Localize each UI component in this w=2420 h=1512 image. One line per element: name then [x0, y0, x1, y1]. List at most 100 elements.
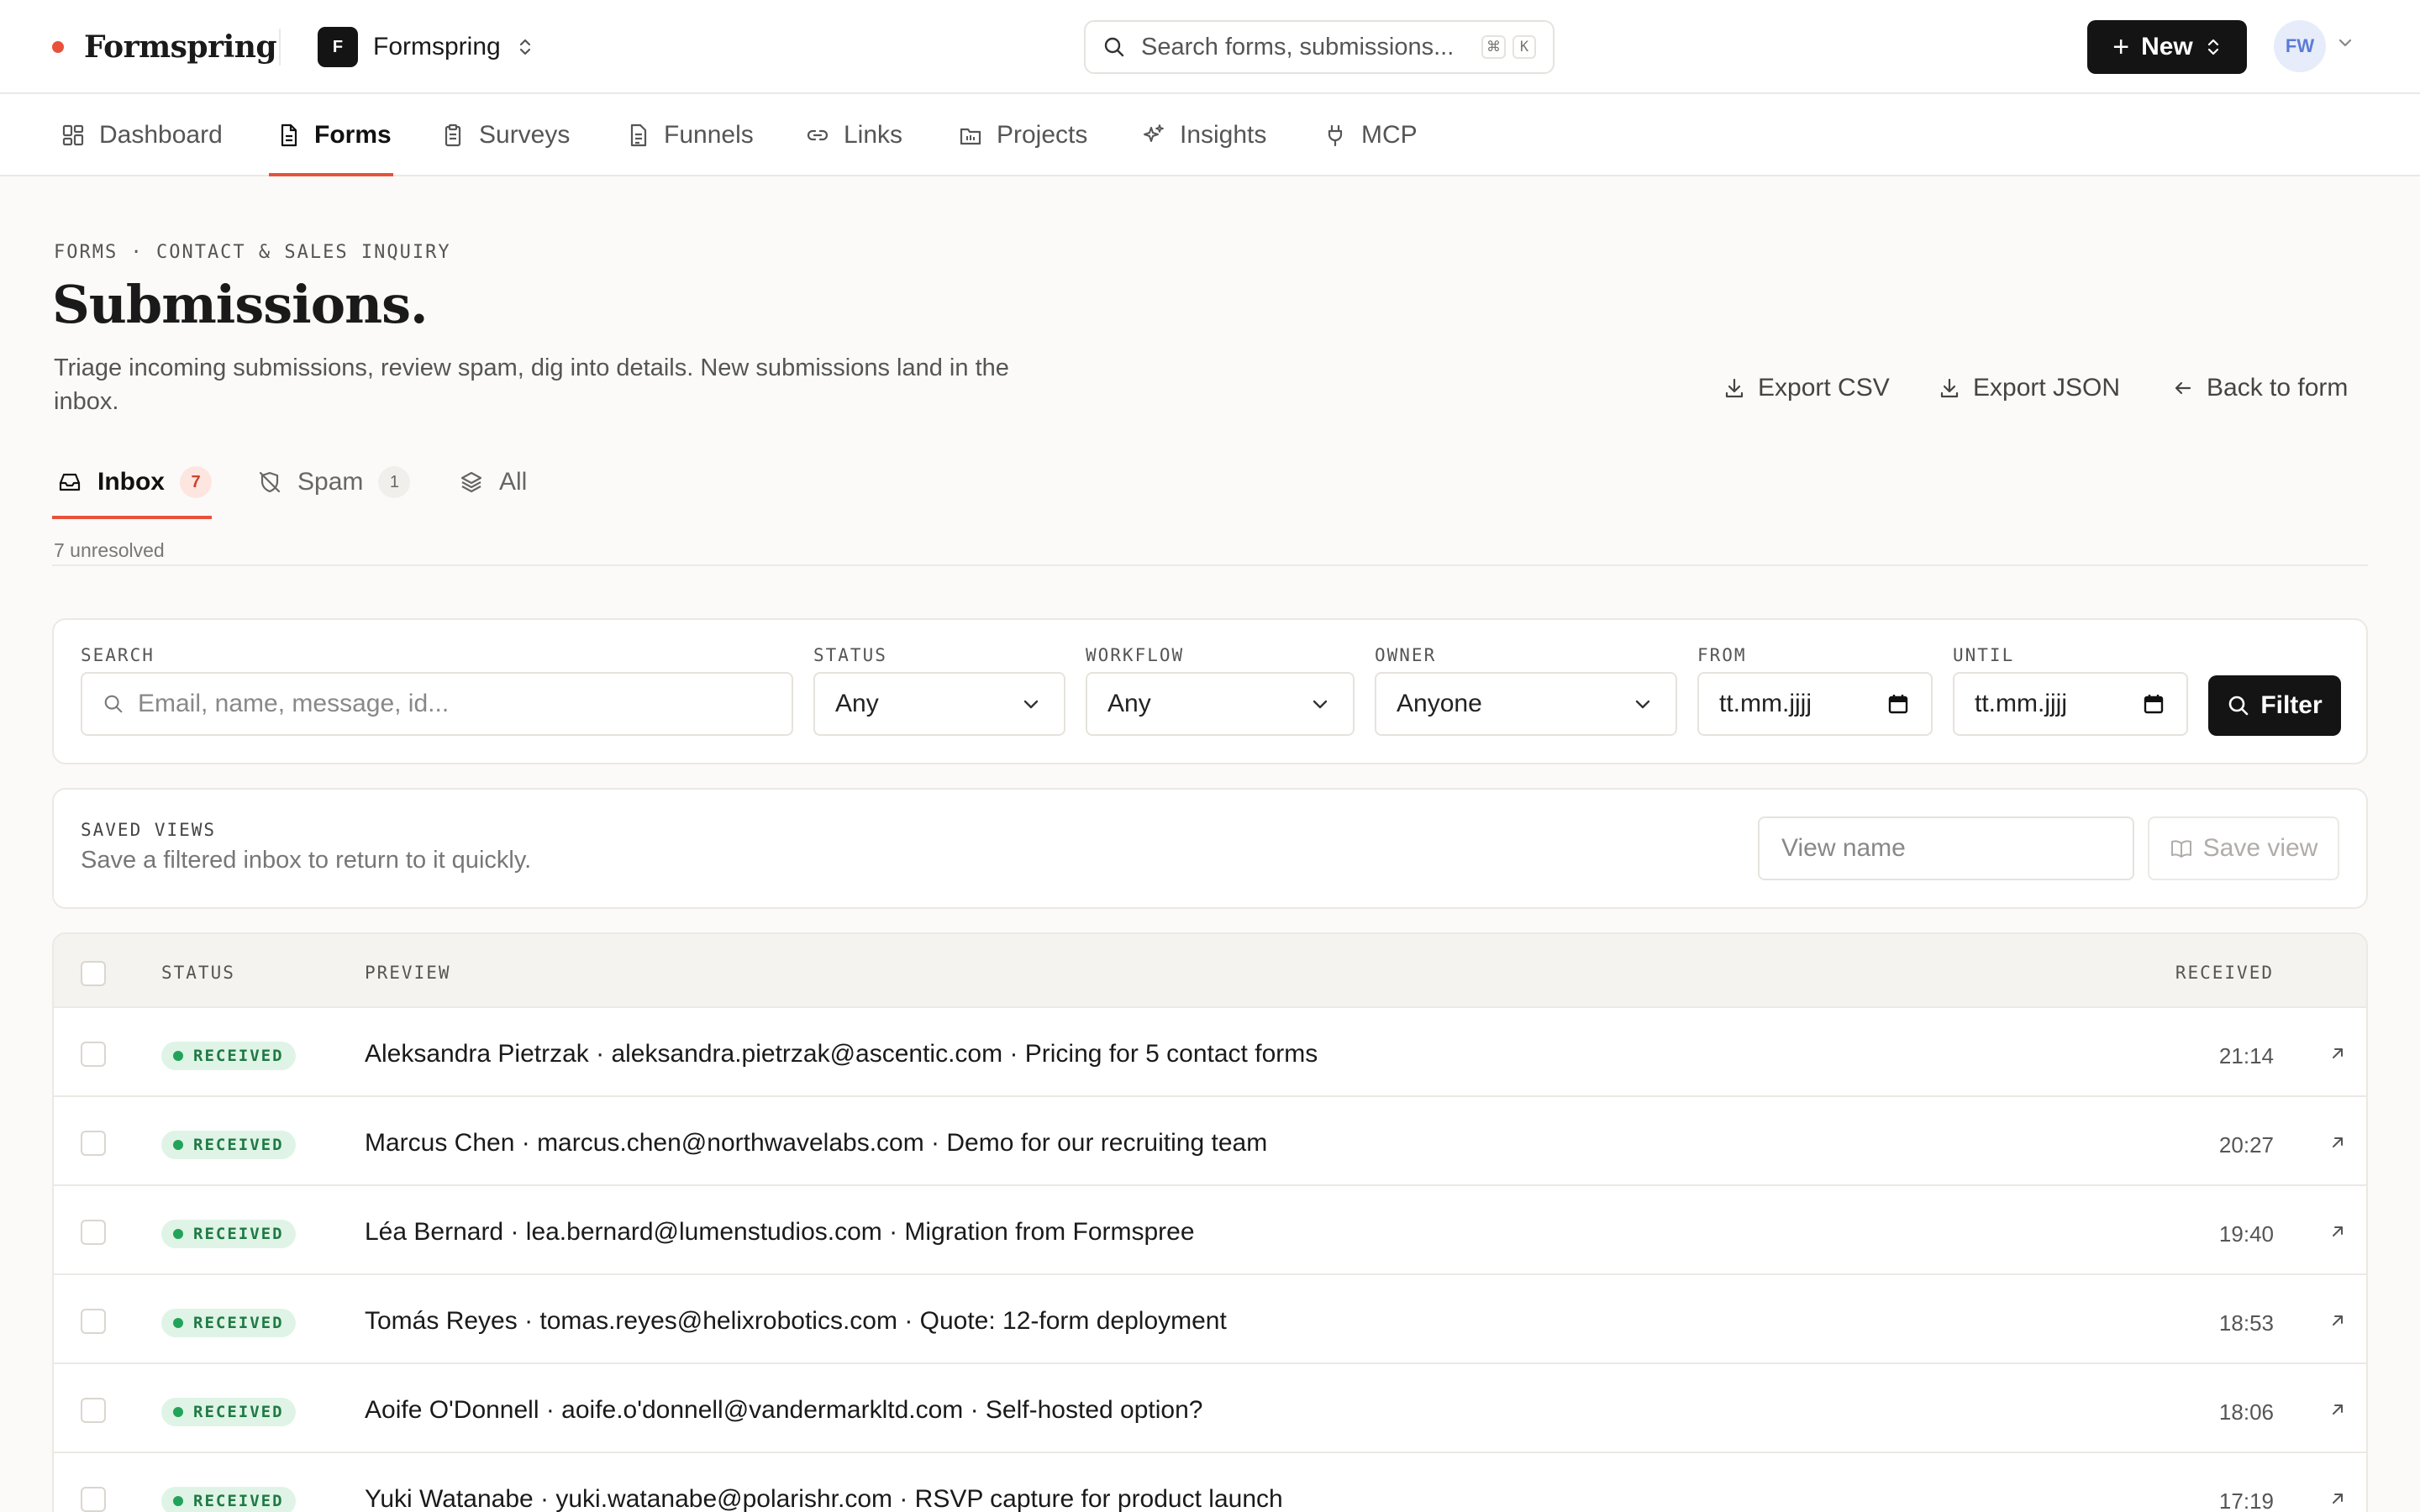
arrow-up-right-icon[interactable] [2326, 1042, 2349, 1065]
sparkles-icon [1144, 124, 1164, 142]
row-checkbox[interactable] [81, 1398, 106, 1423]
table-header: STATUS PREVIEW RECEIVED [54, 934, 2366, 1008]
chevron-up-down-icon [2207, 39, 2218, 55]
tab-inbox[interactable]: Inbox 7 [57, 460, 212, 504]
select-all-checkbox[interactable] [81, 961, 106, 986]
row-preview[interactable]: Tomás Reyes · tomas.reyes@helixrobotics.… [365, 1307, 1227, 1336]
until-date-value: tt.mm.jjjj [1975, 690, 2067, 717]
inbox-icon [59, 473, 81, 491]
saved-views-label: SAVED VIEWS [81, 820, 217, 840]
arrow-up-right-icon[interactable] [2326, 1309, 2349, 1332]
arrow-up-right-icon[interactable] [2326, 1487, 2349, 1510]
nav-item-label: MCP [1361, 121, 1418, 149]
back-to-form-button[interactable]: Back to form [2171, 368, 2348, 408]
nav-item-label: Funnels [664, 121, 754, 149]
brand[interactable]: Formspring [52, 25, 277, 69]
nav-item-insights[interactable]: Insights [1141, 94, 1266, 176]
workspace-name: Formspring [373, 33, 501, 60]
table-row[interactable]: RECEIVED Léa Bernard · lea.bernard@lumen… [54, 1186, 2366, 1275]
avatar[interactable]: FW [2274, 20, 2326, 72]
nav-item-projects[interactable]: Projects [958, 94, 1087, 176]
row-checkbox[interactable] [81, 1042, 106, 1067]
status-badge: RECEIVED [161, 1131, 296, 1159]
status-badge-label: RECEIVED [193, 1136, 284, 1154]
status-dot-icon [173, 1496, 183, 1506]
filter-button[interactable]: Filter [2208, 675, 2341, 736]
export-csv-button[interactable]: Export CSV [1723, 368, 1890, 408]
nav-item-label: Projects [997, 121, 1088, 149]
active-tab-indicator [52, 516, 212, 519]
submission-search-input[interactable]: Email, name, message, id... [81, 672, 793, 736]
tab-all[interactable]: All [459, 460, 527, 504]
arrow-up-right-icon[interactable] [2326, 1398, 2349, 1421]
layers-icon [460, 471, 482, 493]
table-row[interactable]: RECEIVED Aoife O'Donnell · aoife.o'donne… [54, 1364, 2366, 1453]
arrow-up-right-icon[interactable] [2326, 1131, 2349, 1154]
view-name-placeholder: View name [1781, 834, 1906, 862]
export-json-button[interactable]: Export JSON [1938, 368, 2120, 408]
tab-inbox-label: Inbox [97, 468, 165, 496]
row-preview[interactable]: Yuki Watanabe · yuki.watanabe@polarishr.… [365, 1485, 1283, 1512]
submissions-table: STATUS PREVIEW RECEIVED RECEIVED Aleksan… [52, 932, 2368, 1512]
row-checkbox[interactable] [81, 1309, 106, 1334]
row-received-time: 20:27 [2218, 1132, 2274, 1158]
column-header-preview[interactable]: PREVIEW [365, 963, 451, 983]
page-subtitle: Triage incoming submissions, review spam… [54, 354, 1009, 415]
brand-name: Formspring [84, 29, 277, 65]
global-search-placeholder: Search forms, submissions... [1141, 33, 1455, 60]
status-select[interactable]: Any [813, 672, 1065, 736]
plus-icon: + [2112, 30, 2130, 63]
nav-item-surveys[interactable]: Surveys [440, 94, 570, 176]
workflow-select[interactable]: Any [1086, 672, 1355, 736]
chevron-down-icon[interactable] [2334, 32, 2356, 54]
nav-item-funnels[interactable]: Funnels [625, 94, 754, 176]
column-header-received[interactable]: RECEIVED [2175, 963, 2274, 983]
status-badge: RECEIVED [161, 1309, 296, 1337]
row-preview[interactable]: Léa Bernard · lea.bernard@lumenstudios.c… [365, 1218, 1195, 1247]
nav-item-mcp[interactable]: MCP [1323, 94, 1418, 176]
chevron-down-icon [1635, 700, 1650, 709]
row-preview[interactable]: Aleksandra Pietrzak · aleksandra.pietrza… [365, 1040, 1318, 1068]
until-date-input[interactable]: tt.mm.jjjj [1953, 672, 2188, 736]
nav-item-dashboard[interactable]: Dashboard [60, 94, 223, 176]
document-lines-icon [630, 123, 647, 147]
nav-item-links[interactable]: Links [805, 94, 902, 176]
workflow-field-label: WORKFLOW [1086, 645, 1185, 665]
table-row[interactable]: RECEIVED Yuki Watanabe · yuki.watanabe@p… [54, 1453, 2366, 1512]
owner-select[interactable]: Anyone [1375, 672, 1677, 736]
status-badge-label: RECEIVED [193, 1403, 284, 1421]
nav-item-label: Forms [314, 121, 392, 149]
row-checkbox[interactable] [81, 1131, 106, 1156]
download-icon [1725, 378, 1744, 398]
export-csv-label: Export CSV [1758, 374, 1890, 402]
saved-views-description: Save a filtered inbox to return to it qu… [81, 847, 532, 874]
row-preview[interactable]: Aoife O'Donnell · aoife.o'donnell@vander… [365, 1396, 1202, 1425]
row-checkbox[interactable] [81, 1487, 106, 1512]
calendar-icon [1888, 695, 1908, 714]
workspace-switcher[interactable]: F Formspring [318, 25, 534, 69]
arrow-up-right-icon[interactable] [2326, 1220, 2349, 1243]
status-dot-icon [173, 1407, 183, 1417]
column-header-status[interactable]: STATUS [161, 963, 235, 983]
nav-item-forms[interactable]: Forms [276, 94, 392, 176]
nav-item-label: Dashboard [99, 121, 223, 149]
view-name-input[interactable]: View name [1758, 816, 2134, 880]
tab-spam[interactable]: Spam 1 [257, 460, 411, 504]
download-icon [1940, 378, 1959, 398]
table-row[interactable]: RECEIVED Marcus Chen · marcus.chen@north… [54, 1097, 2366, 1186]
from-date-input[interactable]: tt.mm.jjjj [1697, 672, 1933, 736]
row-preview[interactable]: Marcus Chen · marcus.chen@northwavelabs.… [365, 1129, 1267, 1158]
table-row[interactable]: RECEIVED Tomás Reyes · tomas.reyes@helix… [54, 1275, 2366, 1364]
table-row[interactable]: RECEIVED Aleksandra Pietrzak · aleksandr… [54, 1008, 2366, 1097]
active-nav-indicator [269, 173, 393, 176]
export-json-label: Export JSON [1973, 374, 2121, 402]
search-icon [104, 695, 123, 713]
workflow-select-value: Any [1107, 690, 1151, 717]
chevron-down-icon [1023, 700, 1039, 709]
new-button[interactable]: + New [2087, 20, 2247, 74]
global-search[interactable]: Search forms, submissions... ⌘ K [1084, 20, 1555, 74]
search-icon [2229, 696, 2249, 716]
save-view-button[interactable]: Save view [2148, 816, 2339, 880]
row-checkbox[interactable] [81, 1220, 106, 1245]
chevron-down-icon [1313, 700, 1328, 709]
